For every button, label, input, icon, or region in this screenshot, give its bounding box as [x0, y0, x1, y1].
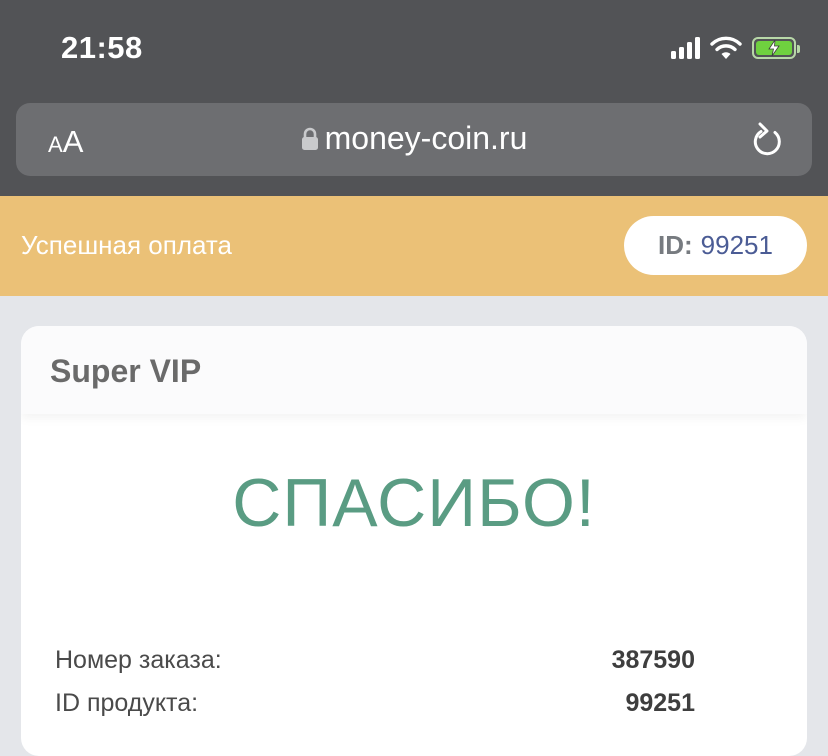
- banner-title: Успешная оплата: [21, 230, 232, 260]
- battery-charging-icon: [752, 37, 800, 59]
- url-display[interactable]: money-coin.ru: [16, 120, 812, 157]
- thanks-message: СПАСИБО!: [232, 465, 596, 541]
- lock-icon: [301, 127, 318, 150]
- id-label: ID:: [658, 230, 693, 260]
- status-time: 21:58: [61, 30, 143, 65]
- wifi-icon: [710, 36, 742, 59]
- status-icons: [671, 36, 800, 60]
- order-number-label: Номер заказа:: [55, 646, 222, 674]
- card-header: Super VIP: [21, 326, 807, 414]
- order-card: Super VIP СПАСИБО! Номер заказа: 387590 …: [21, 326, 807, 756]
- product-id-label: ID продукта:: [55, 689, 199, 717]
- url-text: money-coin.ru: [324, 120, 528, 156]
- card-title: Super VIP: [50, 353, 202, 389]
- address-bar[interactable]: AA money-coin.ru: [16, 103, 812, 176]
- reload-icon[interactable]: [750, 121, 784, 159]
- order-number-row: Номер заказа: 387590: [55, 646, 695, 675]
- id-badge: ID: 99251: [624, 216, 807, 275]
- product-id-row: ID продукта: 99251: [55, 689, 695, 718]
- product-id-value: 99251: [625, 689, 695, 717]
- id-value: 99251: [700, 230, 773, 260]
- payment-status-banner: Успешная оплата ID: 99251: [0, 196, 828, 296]
- signal-icon: [671, 37, 700, 59]
- browser-chrome: 21:58 AA money-coin.ru: [0, 0, 828, 196]
- order-number-value: 387590: [611, 646, 695, 674]
